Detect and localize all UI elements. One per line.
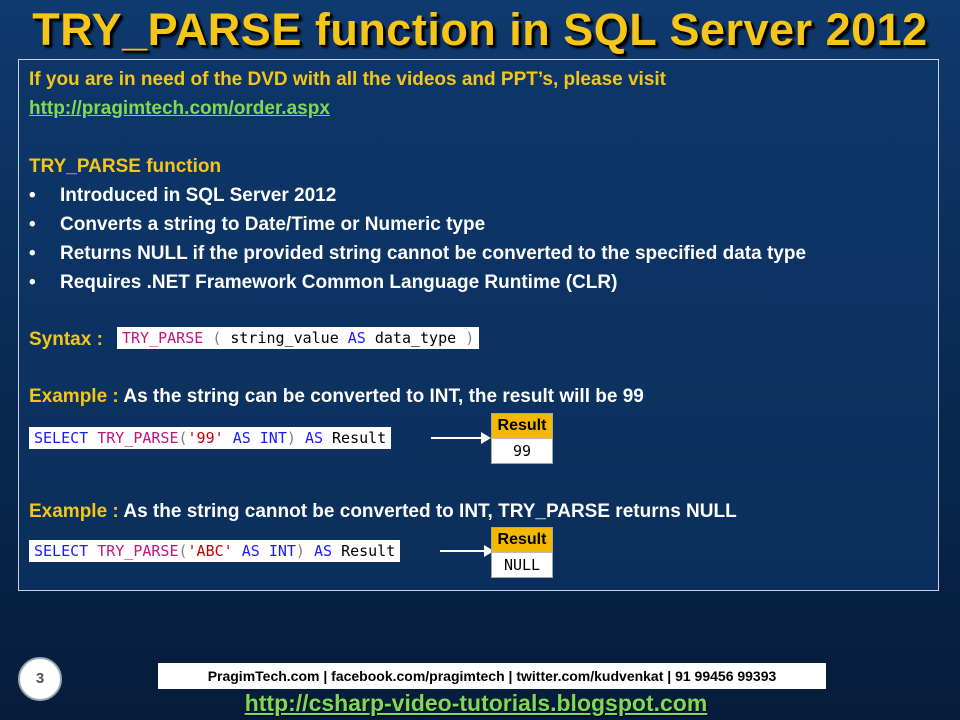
code-argument: string_value: [230, 329, 339, 347]
result-header: Result: [492, 528, 552, 552]
footer-contacts: PragimTech.com | facebook.com/pragimtech…: [158, 663, 826, 689]
code-type: INT: [268, 542, 296, 560]
code-string: 'ABC': [187, 542, 233, 560]
code-alias: Result: [332, 429, 387, 447]
bullet-dot-icon: •: [29, 214, 36, 235]
example2-label: Example :: [29, 501, 119, 522]
example2-code: SELECT TRY_PARSE('ABC' AS INT) AS Result: [29, 540, 401, 562]
bullet-dot-icon: •: [29, 185, 36, 206]
bullet-dot-icon: •: [29, 272, 36, 293]
content-panel: If you are in need of the DVD with all t…: [18, 59, 939, 591]
code-paren: ): [286, 429, 296, 447]
example2-text: As the string cannot be converted to INT…: [123, 501, 737, 522]
example2-description: Example : As the string cannot be conver…: [29, 501, 737, 523]
example1-label: Example :: [29, 386, 119, 407]
example1-result-grid: Result 99: [491, 413, 553, 464]
code-alias: Result: [341, 542, 396, 560]
syntax-code: TRY_PARSE ( string_value AS data_type ): [117, 327, 480, 349]
code-string: '99': [187, 429, 224, 447]
code-keyword: SELECT: [34, 429, 89, 447]
syntax-label: Syntax :: [29, 329, 103, 350]
code-keyword: AS: [241, 542, 260, 560]
example1-description: Example : As the string can be converted…: [29, 386, 644, 408]
order-link[interactable]: http://pragimtech.com/order.aspx: [29, 98, 330, 120]
code-keyword: SELECT: [34, 542, 89, 560]
result-value: NULL: [492, 552, 552, 577]
code-keyword: AS: [304, 429, 323, 447]
result-header: Result: [492, 414, 552, 438]
slide-title: TRY_PARSE function in SQL Server 2012: [32, 4, 928, 55]
result-value: 99: [492, 438, 552, 463]
code-keyword: AS: [347, 329, 366, 347]
code-function: TRY_PARSE: [97, 542, 179, 560]
code-paren: (: [178, 542, 188, 560]
bullet-item: Requires .NET Framework Common Language …: [60, 272, 618, 293]
code-keyword: AS: [313, 542, 333, 560]
code-function: TRY_PARSE: [122, 329, 204, 347]
code-paren: (: [178, 429, 188, 447]
arrow-right-icon: [440, 545, 494, 557]
bullet-item: Converts a string to Date/Time or Numeri…: [60, 214, 486, 235]
footer-link[interactable]: http://csharp-video-tutorials.blogspot.c…: [0, 690, 952, 717]
code-function: TRY_PARSE: [97, 429, 179, 447]
bullet-dot-icon: •: [29, 243, 36, 264]
code-type: INT: [259, 429, 287, 447]
bullet-item: Returns NULL if the provided string cann…: [60, 243, 807, 264]
code-paren: ): [465, 329, 475, 347]
bullet-item: Introduced in SQL Server 2012: [60, 185, 337, 206]
example2-result-grid: Result NULL: [491, 527, 553, 578]
dvd-note: If you are in need of the DVD with all t…: [29, 69, 667, 90]
code-type: data_type: [374, 329, 457, 347]
example1-code: SELECT TRY_PARSE('99' AS INT) AS Result: [29, 427, 392, 449]
code-keyword: AS: [232, 429, 251, 447]
arrow-right-icon: [431, 432, 491, 444]
code-paren: ): [295, 542, 305, 560]
section-heading: TRY_PARSE function: [29, 156, 222, 177]
code-paren: (: [212, 329, 222, 347]
example1-text: As the string can be converted to INT, t…: [123, 386, 644, 407]
